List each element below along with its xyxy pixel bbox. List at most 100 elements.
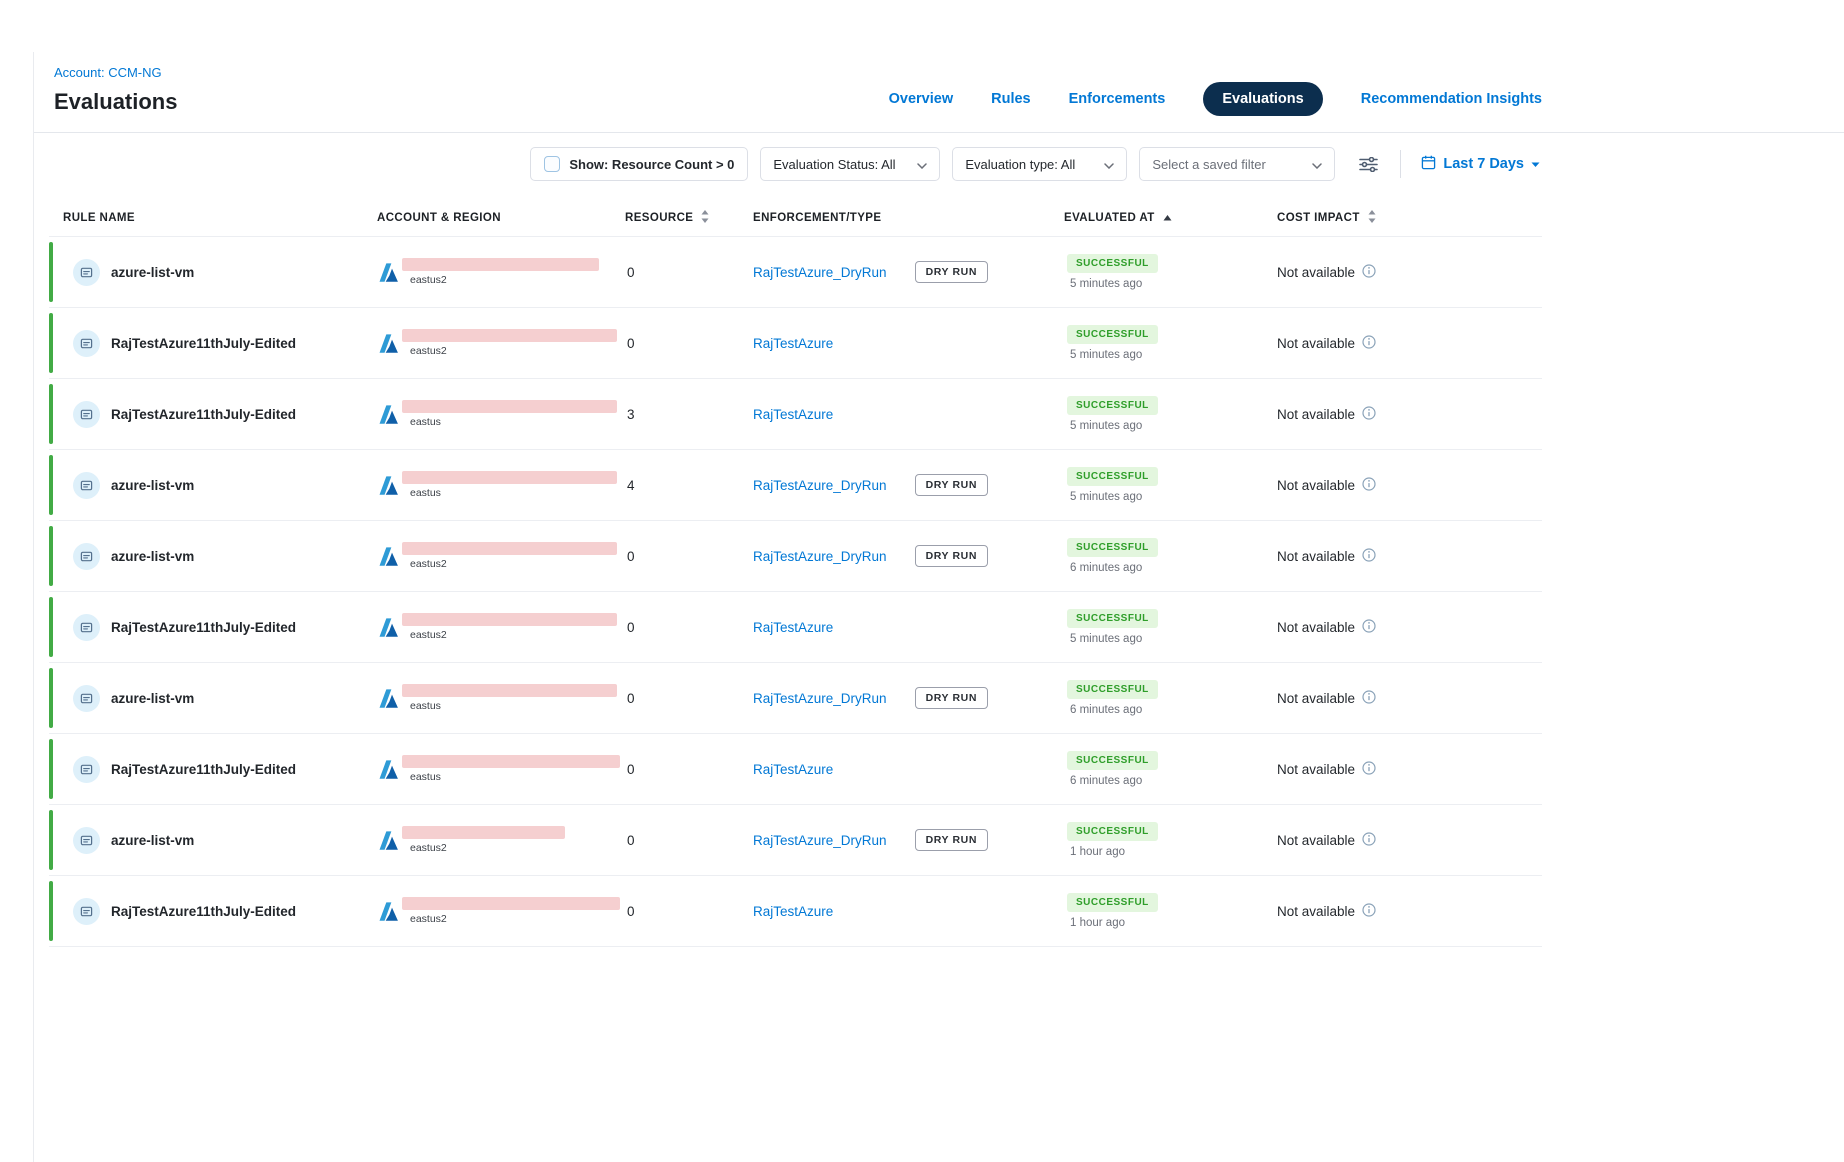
cost-impact-cell: Not available	[1277, 619, 1542, 636]
azure-logo-icon	[377, 262, 400, 283]
info-icon[interactable]	[1362, 761, 1376, 778]
evaluated-at-cell: SUCCESSFUL 6 minutes ago	[1064, 538, 1277, 574]
azure-logo-icon	[377, 688, 400, 709]
table-row[interactable]: azure-list-vm eastus2 0 RajTestAzure_Dry…	[49, 521, 1542, 592]
resource-count: 0	[625, 691, 753, 706]
table-row[interactable]: RajTestAzure11thJuly-Edited eastus 3 Raj…	[49, 379, 1542, 450]
date-range-picker[interactable]: Last 7 Days	[1421, 155, 1540, 174]
nav-recommendation-insights[interactable]: Recommendation Insights	[1361, 91, 1542, 107]
cost-impact-cell: Not available	[1277, 761, 1542, 778]
page-header-band: Account: CCM-NG Evaluations Overview Rule…	[34, 52, 1844, 133]
enforcement-link[interactable]: RajTestAzure_DryRun	[753, 265, 887, 280]
col-rule-name: RULE NAME	[49, 212, 377, 224]
show-resource-count-filter[interactable]: Show: Resource Count > 0	[530, 147, 748, 181]
date-range-value: Last 7 Days	[1443, 156, 1524, 172]
nav-evaluations[interactable]: Evaluations	[1203, 82, 1322, 116]
enforcement-link[interactable]: RajTestAzure	[753, 762, 833, 777]
col-cost-impact[interactable]: COST IMPACT	[1277, 210, 1542, 226]
account-breadcrumb[interactable]: Account: CCM-NG	[54, 65, 162, 80]
table-row[interactable]: RajTestAzure11thJuly-Edited eastus2 0 Ra…	[49, 592, 1542, 663]
table-row[interactable]: azure-list-vm eastus 4 RajTestAzure_DryR…	[49, 450, 1542, 521]
evaluated-at-cell: SUCCESSFUL 5 minutes ago	[1064, 254, 1277, 290]
resource-count: 4	[625, 478, 753, 493]
enforcement-link[interactable]: RajTestAzure	[753, 336, 833, 351]
evaluated-at-cell: SUCCESSFUL 5 minutes ago	[1064, 467, 1277, 503]
dry-run-badge: DRY RUN	[915, 474, 988, 496]
redacted-account-name	[402, 329, 617, 342]
filter-settings-icon[interactable]	[1359, 157, 1378, 172]
resource-count: 0	[625, 620, 753, 635]
enforcement-link[interactable]: RajTestAzure_DryRun	[753, 833, 887, 848]
table-row[interactable]: azure-list-vm eastus2 0 RajTestAzure_Dry…	[49, 237, 1542, 308]
enforcement-link[interactable]: RajTestAzure_DryRun	[753, 549, 887, 564]
cost-impact-value: Not available	[1277, 691, 1355, 706]
enforcement-link[interactable]: RajTestAzure	[753, 620, 833, 635]
enforcement-cell: RajTestAzure_DryRun DRY RUN	[753, 474, 1064, 496]
table-row[interactable]: RajTestAzure11thJuly-Edited eastus2 0 Ra…	[49, 308, 1542, 379]
rule-name: azure-list-vm	[111, 265, 194, 280]
info-icon[interactable]	[1362, 903, 1376, 920]
cost-impact-value: Not available	[1277, 762, 1355, 777]
saved-filter-dropdown[interactable]: Select a saved filter	[1139, 147, 1335, 181]
evaluated-at-cell: SUCCESSFUL 6 minutes ago	[1064, 680, 1277, 716]
info-icon[interactable]	[1362, 477, 1376, 494]
enforcement-link[interactable]: RajTestAzure_DryRun	[753, 478, 887, 493]
region-label: eastus2	[402, 842, 565, 854]
col-evaluated-at[interactable]: EVALUATED AT	[1064, 212, 1277, 224]
rule-cell: RajTestAzure11thJuly-Edited	[49, 401, 377, 428]
azure-logo-icon	[377, 333, 400, 354]
resource-count-checkbox[interactable]	[544, 156, 560, 172]
col-resource[interactable]: RESOURCE	[625, 210, 753, 226]
evaluation-status-dropdown[interactable]: Evaluation Status: All	[760, 147, 940, 181]
account-region-cell: eastus2	[377, 542, 625, 570]
enforcement-cell: RajTestAzure	[753, 762, 1064, 777]
info-icon[interactable]	[1362, 832, 1376, 849]
cost-impact-value: Not available	[1277, 478, 1355, 493]
rule-icon	[73, 827, 100, 854]
table-row[interactable]: azure-list-vm eastus2 0 RajTestAzure_Dry…	[49, 805, 1542, 876]
status-badge: SUCCESSFUL	[1067, 396, 1158, 415]
table-row[interactable]: azure-list-vm eastus 0 RajTestAzure_DryR…	[49, 663, 1542, 734]
evaluation-type-dropdown[interactable]: Evaluation type: All	[952, 147, 1127, 181]
cost-impact-value: Not available	[1277, 549, 1355, 564]
cost-impact-cell: Not available	[1277, 477, 1542, 494]
cost-impact-cell: Not available	[1277, 335, 1542, 352]
info-icon[interactable]	[1362, 335, 1376, 352]
redacted-account-name	[402, 258, 599, 271]
account-stack: eastus2	[402, 329, 617, 357]
info-icon[interactable]	[1362, 619, 1376, 636]
info-icon[interactable]	[1362, 548, 1376, 565]
page-header: Account: CCM-NG Evaluations Overview Rule…	[34, 64, 1542, 116]
account-stack: eastus	[402, 400, 617, 428]
rule-cell: RajTestAzure11thJuly-Edited	[49, 898, 377, 925]
region-label: eastus2	[402, 274, 599, 286]
nav-overview[interactable]: Overview	[889, 91, 954, 107]
info-icon[interactable]	[1362, 406, 1376, 423]
evaluated-time: 1 hour ago	[1067, 846, 1125, 858]
table-row[interactable]: RajTestAzure11thJuly-Edited eastus 0 Raj…	[49, 734, 1542, 805]
region-label: eastus	[402, 416, 617, 428]
status-badge: SUCCESSFUL	[1067, 325, 1158, 344]
rule-cell: azure-list-vm	[49, 685, 377, 712]
enforcement-link[interactable]: RajTestAzure	[753, 904, 833, 919]
table-header: RULE NAME ACCOUNT & REGION RESOURCE ENFO…	[49, 199, 1542, 237]
region-label: eastus	[402, 487, 617, 499]
redacted-account-name	[402, 613, 617, 626]
chevron-down-icon	[1312, 157, 1322, 172]
rule-name: RajTestAzure11thJuly-Edited	[111, 904, 296, 919]
rule-name: RajTestAzure11thJuly-Edited	[111, 336, 296, 351]
info-icon[interactable]	[1362, 690, 1376, 707]
chevron-down-icon	[1104, 157, 1114, 172]
table-row[interactable]: RajTestAzure11thJuly-Edited eastus2 0 Ra…	[49, 876, 1542, 947]
status-badge: SUCCESSFUL	[1067, 467, 1158, 486]
table-body: azure-list-vm eastus2 0 RajTestAzure_Dry…	[49, 237, 1542, 947]
cost-impact-value: Not available	[1277, 833, 1355, 848]
enforcement-link[interactable]: RajTestAzure	[753, 407, 833, 422]
cost-impact-value: Not available	[1277, 407, 1355, 422]
nav-rules[interactable]: Rules	[991, 91, 1031, 107]
region-label: eastus2	[402, 913, 620, 925]
enforcement-cell: RajTestAzure	[753, 620, 1064, 635]
enforcement-link[interactable]: RajTestAzure_DryRun	[753, 691, 887, 706]
info-icon[interactable]	[1362, 264, 1376, 281]
nav-enforcements[interactable]: Enforcements	[1069, 91, 1166, 107]
